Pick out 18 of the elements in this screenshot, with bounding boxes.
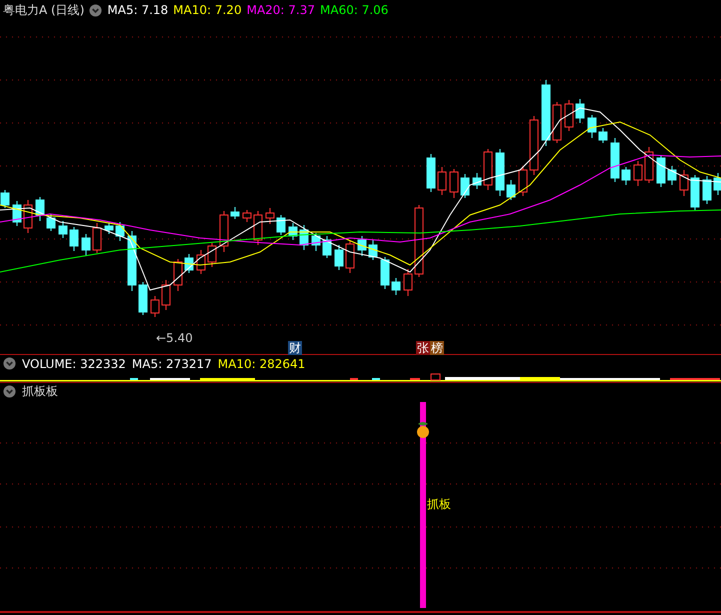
event-tag[interactable]: 榜: [430, 341, 444, 355]
volume-value: VOLUME: 322332: [22, 356, 126, 370]
indicator-value: MA20: 7.37: [246, 3, 316, 17]
stock-title: 粤电力A (日线): [3, 2, 84, 18]
fruit-icon: [417, 422, 429, 438]
indicator-value: MA10: 7.20: [173, 3, 242, 17]
indicator-value: MA60: 7.06: [320, 3, 388, 17]
chevron-down-icon[interactable]: [3, 357, 16, 370]
chevron-down-icon[interactable]: [3, 384, 16, 398]
event-tag[interactable]: 财: [288, 341, 302, 355]
indicator-value: MA5: 7.18: [107, 3, 168, 17]
event-tag[interactable]: 张: [416, 341, 430, 355]
chevron-down-icon[interactable]: [89, 4, 102, 16]
indicator-title: 抓板板: [22, 382, 58, 400]
signal-label: 抓板: [427, 496, 451, 513]
volume-value: MA5: 273217: [132, 356, 212, 370]
low-price-label: ←5.40: [156, 331, 193, 345]
volume-value: MA10: 282641: [218, 356, 306, 370]
